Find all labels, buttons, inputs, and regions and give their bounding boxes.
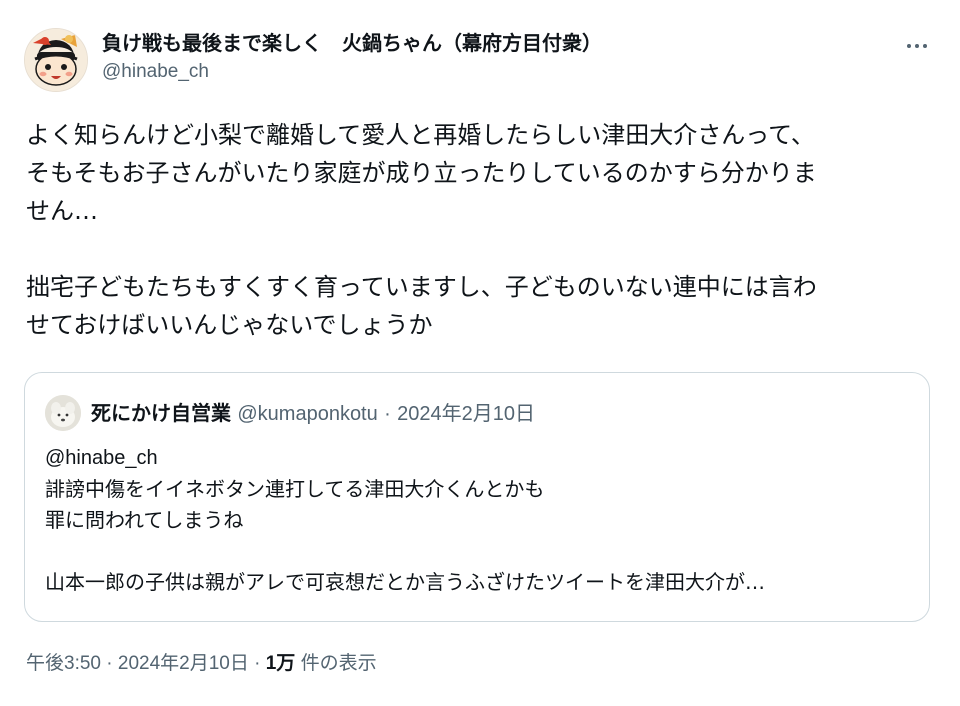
- quoted-tweet-header: 死にかけ自営業 @kumaponkotu · 2024年2月10日: [45, 395, 905, 431]
- dog-avatar-icon: [45, 395, 81, 431]
- tweet-date[interactable]: 2024年2月10日: [118, 653, 249, 674]
- tweet-header: 負け戦も最後まで楽しく 火鍋ちゃん（幕府方目付衆） @hinabe_ch: [24, 24, 936, 94]
- quoted-tweet-meta: 死にかけ自営業 @kumaponkotu · 2024年2月10日: [91, 400, 535, 427]
- quoted-author-name: 死にかけ自営業: [91, 401, 231, 425]
- footer-separator-2: ·: [254, 653, 261, 674]
- views-count: 1万: [265, 653, 296, 674]
- quoted-line-3: 罪に問われてしまうね: [45, 508, 244, 532]
- tweet-time[interactable]: 午後3:50: [26, 653, 101, 674]
- author-handle[interactable]: @hinabe_ch: [102, 59, 882, 85]
- author-names: 負け戦も最後まで楽しく 火鍋ちゃん（幕府方目付衆） @hinabe_ch: [102, 30, 882, 85]
- footer-separator-1: ·: [106, 653, 113, 674]
- tweet-text: よく知らんけど小梨で離婚して愛人と再婚したらしい津田大介さんって、 そもそもお子…: [26, 116, 931, 344]
- quoted-date: 2024年2月10日: [397, 403, 536, 425]
- author-avatar[interactable]: [24, 28, 88, 92]
- tweet-paragraph-1: よく知らんけど小梨で離婚して愛人と再婚したらしい津田大介さんって、 そもそもお子…: [26, 121, 817, 225]
- quoted-tweet-card[interactable]: 死にかけ自営業 @kumaponkotu · 2024年2月10日 @hinab…: [24, 372, 930, 622]
- tweet: 負け戦も最後まで楽しく 火鍋ちゃん（幕府方目付衆） @hinabe_ch よく知…: [0, 0, 960, 706]
- quoted-line-2: 誹謗中傷をイイネボタン連打してる津田大介くんとかも: [45, 477, 545, 501]
- tweet-paragraph-2: 拙宅子どもたちもすくすく育っていますし、子どものいない連中には言わ せておけばい…: [26, 273, 817, 339]
- quoted-author-handle: @kumaponkotu: [237, 403, 378, 425]
- views-label: 件の表示: [300, 653, 377, 674]
- quoted-separator: ·: [384, 403, 391, 425]
- quoted-line-1: @hinabe_ch: [45, 447, 158, 469]
- quoted-line-4: [45, 536, 911, 567]
- author-display-name[interactable]: 負け戦も最後まで楽しく 火鍋ちゃん（幕府方目付衆）: [102, 30, 882, 56]
- quoted-author-avatar: [45, 395, 81, 431]
- quoted-tweet-text: @hinabe_ch 誹謗中傷をイイネボタン連打してる津田大介くんとかも 罪に問…: [45, 443, 911, 598]
- more-options-icon[interactable]: [904, 36, 932, 56]
- quoted-line-5: 山本一郎の子供は親がアレで可哀想だとか言うふざけたツイートを津田大介が…: [45, 570, 765, 594]
- cartoon-face-avatar-icon: [25, 29, 87, 91]
- tweet-footer: 午後3:50 · 2024年2月10日 · 1万 件の表示: [26, 650, 377, 678]
